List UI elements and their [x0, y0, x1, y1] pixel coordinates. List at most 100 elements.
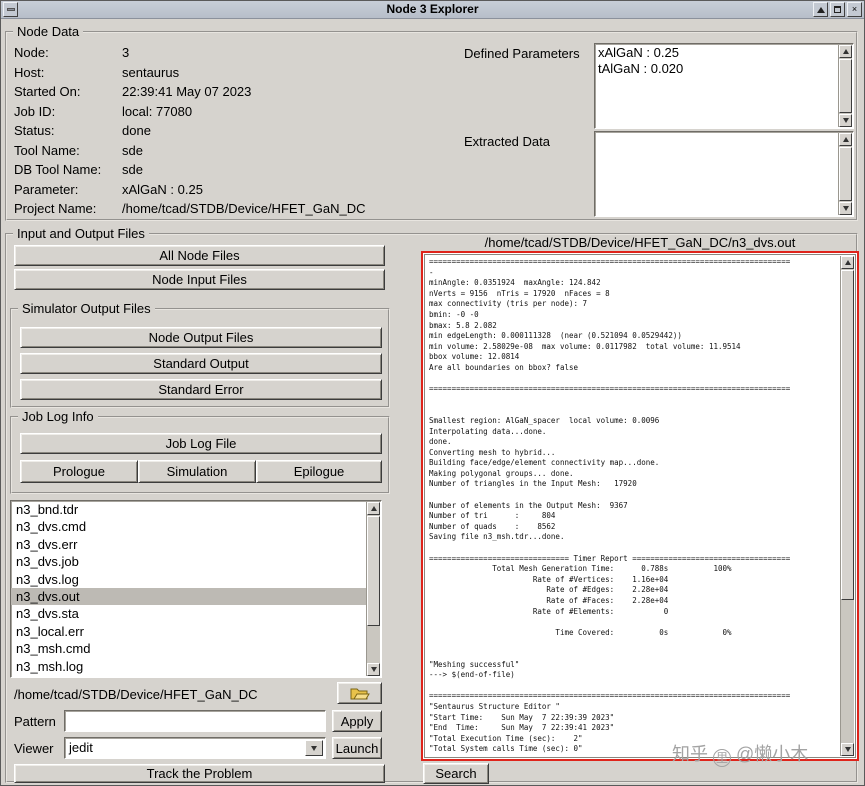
shade-icon — [816, 6, 825, 13]
extracted-data-scrollbar[interactable] — [838, 133, 852, 215]
field-host-label: Host: — [14, 65, 45, 80]
list-item[interactable]: n3_dvs.cmd — [11, 518, 366, 535]
scroll-down-icon[interactable] — [841, 743, 854, 756]
list-item[interactable]: n3_local.err — [11, 623, 366, 640]
viewer-dropdown-button[interactable] — [305, 740, 323, 756]
list-item[interactable]: n3_dvs.job — [11, 553, 366, 570]
field-job-id-label: Job ID: — [14, 104, 56, 119]
scroll-thumb[interactable] — [839, 147, 852, 201]
output-log-text: ========================================… — [429, 257, 791, 754]
field-node-label: Node: — [14, 45, 49, 60]
scroll-up-icon[interactable] — [839, 45, 852, 58]
search-button[interactable]: Search — [423, 763, 489, 784]
field-started-on: Started On: 22:39:41 May 07 2023 — [14, 82, 251, 101]
simulation-button[interactable]: Simulation — [138, 460, 256, 483]
io-files-group-title: Input and Output Files — [13, 226, 149, 241]
defined-parameters-scrollbar[interactable] — [838, 45, 852, 127]
field-project-name-label: Project Name: — [14, 201, 97, 216]
field-status-value: done — [122, 123, 151, 138]
scroll-down-icon[interactable] — [839, 202, 852, 215]
node-output-files-button[interactable]: Node Output Files — [20, 327, 382, 348]
node-input-files-button[interactable]: Node Input Files — [14, 269, 385, 290]
scroll-up-icon[interactable] — [841, 256, 854, 269]
job-log-file-button[interactable]: Job Log File — [20, 433, 382, 454]
open-folder-button[interactable] — [337, 682, 382, 704]
field-parameter: Parameter: xAlGaN : 0.25 — [14, 180, 203, 199]
io-files-group: Input and Output Files All Node Files No… — [5, 226, 859, 784]
window-title: Node 3 Explorer — [386, 2, 479, 16]
chevron-down-icon — [311, 745, 317, 751]
field-host-value: sentaurus — [122, 65, 180, 80]
list-item[interactable]: n3_msh.log — [11, 658, 366, 675]
output-viewer-highlight: ========================================… — [421, 251, 859, 761]
list-item[interactable]: n3_msh.cmd — [11, 640, 366, 657]
prologue-button[interactable]: Prologue — [20, 460, 138, 483]
defined-parameters-box: xAlGaN : 0.25 tAlGaN : 0.020 — [594, 43, 854, 129]
field-tool-name-label: Tool Name: — [14, 143, 80, 158]
scroll-up-icon[interactable] — [367, 502, 380, 515]
open-folder-icon — [350, 688, 370, 700]
list-item[interactable]: n3_dvs.sta — [11, 605, 366, 622]
defined-parameters-label: Defined Parameters — [464, 46, 580, 61]
current-path-text: /home/tcad/STDB/Device/HFET_GaN_DC — [14, 687, 258, 702]
scroll-thumb[interactable] — [367, 516, 380, 626]
close-button[interactable]: × — [847, 2, 862, 17]
defined-parameters-text: xAlGaN : 0.25 tAlGaN : 0.020 — [598, 45, 684, 76]
apply-button[interactable]: Apply — [332, 710, 382, 732]
pattern-label: Pattern — [14, 714, 56, 729]
file-list-scrollbar[interactable] — [366, 502, 380, 676]
node-data-group-title: Node Data — [13, 24, 84, 39]
field-job-id-value: local: 77080 — [122, 104, 193, 119]
track-the-problem-button[interactable]: Track the Problem — [14, 764, 385, 783]
job-log-group-title: Job Log Info — [18, 409, 98, 424]
field-status-label: Status: — [14, 123, 55, 138]
extracted-data-label: Extracted Data — [464, 134, 550, 149]
viewer-value: jedit — [69, 740, 93, 755]
field-host: Host: sentaurus — [14, 63, 179, 82]
viewer-label: Viewer — [14, 741, 54, 756]
watermark-logo: 知乎 — [672, 744, 708, 764]
field-project-name: Project Name: /home/tcad/STDB/Device/HFET… — [14, 199, 365, 218]
field-tool-name: Tool Name: sde — [14, 141, 143, 160]
standard-output-button[interactable]: Standard Output — [20, 353, 382, 374]
field-project-name-value: /home/tcad/STDB/Device/HFET_GaN_DC — [122, 201, 366, 216]
list-item-selected[interactable]: n3_dvs.out — [11, 587, 366, 606]
output-viewer: ========================================… — [424, 254, 856, 758]
list-item[interactable]: n3_dvs.log — [11, 571, 366, 588]
simulator-output-group-title: Simulator Output Files — [18, 301, 155, 316]
epilogue-button[interactable]: Epilogue — [256, 460, 382, 483]
scroll-down-icon[interactable] — [839, 114, 852, 127]
close-icon: × — [851, 4, 858, 14]
standard-error-button[interactable]: Standard Error — [20, 379, 382, 400]
scroll-thumb[interactable] — [839, 59, 852, 113]
field-db-tool-name: DB Tool Name: sde — [14, 160, 143, 179]
field-started-on-label: Started On: — [14, 84, 81, 99]
scroll-thumb[interactable] — [841, 270, 854, 600]
watermark-circle-icon: 里 — [713, 749, 732, 767]
output-scrollbar[interactable] — [840, 256, 854, 756]
extracted-data-box — [594, 131, 854, 217]
field-node-value: 3 — [122, 45, 130, 60]
shade-button[interactable] — [813, 2, 828, 17]
field-status: Status: done — [14, 121, 151, 140]
launch-button[interactable]: Launch — [332, 737, 382, 759]
all-node-files-button[interactable]: All Node Files — [14, 245, 385, 266]
field-db-tool-name-value: sde — [122, 162, 143, 177]
maximize-button[interactable] — [830, 2, 845, 17]
scroll-up-icon[interactable] — [839, 133, 852, 146]
field-job-id: Job ID: local: 77080 — [14, 102, 192, 121]
viewer-combobox[interactable]: jedit — [64, 737, 326, 759]
field-node: Node: 3 — [14, 43, 129, 62]
maximize-icon — [834, 6, 841, 13]
simulator-output-group: Simulator Output Files Node Output Files… — [10, 301, 390, 408]
field-parameter-label: Parameter: — [14, 182, 79, 197]
list-item[interactable]: n3_bnd.tdr — [11, 501, 366, 518]
list-item[interactable]: n3_dvs.err — [11, 536, 366, 553]
job-log-group: Job Log Info Job Log File Prologue Simul… — [10, 409, 390, 494]
node-data-group: Node Data Node: 3 Host: sentaurus Started … — [5, 24, 858, 221]
field-started-on-value: 22:39:41 May 07 2023 — [122, 84, 252, 99]
title-bar[interactable]: Node 3 Explorer × — [0, 0, 865, 19]
scroll-down-icon[interactable] — [367, 663, 380, 676]
pattern-input[interactable] — [64, 710, 326, 732]
output-file-header: /home/tcad/STDB/Device/HFET_GaN_DC/n3_dv… — [484, 235, 796, 250]
